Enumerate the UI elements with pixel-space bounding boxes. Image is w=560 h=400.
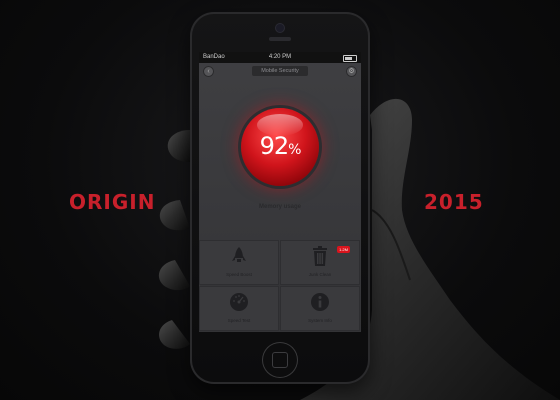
left-caption: ORIGIN — [69, 190, 156, 214]
tile-label: Speed Test — [227, 318, 251, 323]
info-icon — [310, 292, 330, 312]
home-icon — [272, 352, 288, 368]
status-bar: BanDao 4:20 PM — [199, 52, 361, 63]
app-header: ‹ Mobile Security ⚙ — [199, 63, 361, 81]
camera-icon — [276, 24, 284, 32]
phone: BanDao 4:20 PM ‹ Mobile Security ⚙ 92% M… — [190, 12, 370, 384]
tile-junk-clean[interactable]: 1.2M Junk Clean — [280, 240, 360, 285]
back-icon[interactable]: ‹ — [203, 66, 214, 77]
tile-label: Junk Clean — [308, 272, 332, 277]
tile-speed-boost[interactable]: Speed Boost — [199, 240, 279, 285]
rocket-icon — [229, 246, 249, 266]
home-button[interactable] — [262, 342, 298, 378]
tile-label: Speed Boost — [226, 272, 252, 277]
memory-label: Memory usage — [258, 204, 301, 210]
memory-gauge[interactable]: 92% — [241, 108, 319, 186]
phone-screen: BanDao 4:20 PM ‹ Mobile Security ⚙ 92% M… — [199, 52, 361, 332]
speaker-grille — [269, 37, 291, 41]
tile-speed-test[interactable]: Speed Test — [199, 286, 279, 331]
memory-value: 92% — [259, 132, 302, 160]
trash-icon — [310, 246, 330, 266]
junk-size-badge: 1.2M — [337, 246, 350, 253]
clock: 4:20 PM — [268, 54, 292, 60]
tile-system-info[interactable]: System Info — [280, 286, 360, 331]
tile-grid: Speed Boost 1.2M Junk Clean Speed Test S… — [199, 240, 361, 332]
settings-icon[interactable]: ⚙ — [346, 66, 357, 77]
speedometer-icon — [229, 292, 249, 312]
battery-icon — [343, 55, 357, 62]
tile-label: System Info — [308, 318, 332, 323]
app-title: Mobile Security — [252, 66, 308, 76]
